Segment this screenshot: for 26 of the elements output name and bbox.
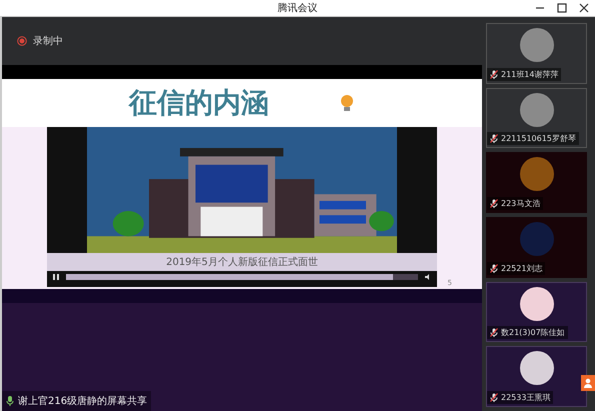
avatar-circle <box>520 28 554 62</box>
participant-name: 223马文浩 <box>501 198 540 210</box>
avatar-circle <box>520 351 554 386</box>
participant-name: 22533王熏琪 <box>501 392 550 404</box>
participant-name: 22521刘志 <box>501 262 542 274</box>
avatar-circle <box>520 222 554 256</box>
user-icon <box>583 378 593 388</box>
participants-button[interactable] <box>581 375 595 391</box>
close-icon[interactable] <box>579 3 589 13</box>
volume-icon[interactable] <box>424 273 432 281</box>
slide-title: 征信的内涵 <box>129 85 269 121</box>
window-title: 腾讯会议 <box>278 2 318 15</box>
avatar-circle <box>520 92 554 127</box>
avatar-circle <box>520 157 554 192</box>
participant-name: 2211510615罗舒琴 <box>501 133 576 144</box>
maximize-icon[interactable] <box>557 3 567 13</box>
avatar-circle <box>520 286 554 321</box>
participant-name: 数21(3)07陈佳如 <box>501 327 565 338</box>
video-subtitle: 2019年5月个人新版征信正式面世 <box>47 253 437 271</box>
microphone-icon <box>6 396 14 406</box>
recording-label: 录制中 <box>33 34 63 48</box>
participant-name: 211班14谢萍萍 <box>501 68 558 80</box>
bulb-icon <box>339 93 355 113</box>
record-icon <box>17 36 27 46</box>
share-label: 谢上官216级唐静的屏幕共享 <box>18 394 148 408</box>
pause-icon[interactable] <box>52 273 60 281</box>
